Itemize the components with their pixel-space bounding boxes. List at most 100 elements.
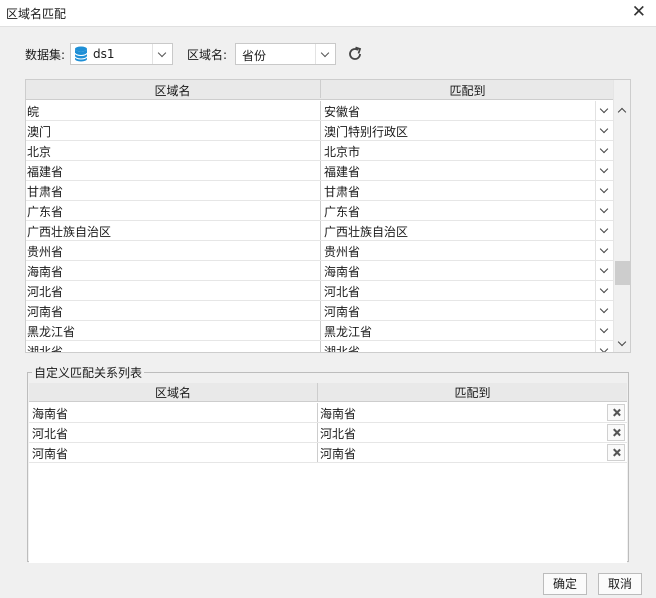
match-select[interactable]: 安徽省 [320,101,613,120]
ok-button[interactable]: 确定 [543,573,587,595]
scroll-up-icon[interactable] [614,102,630,119]
table-row: 海南省 海南省 [26,261,614,281]
custom-match-group: 自定义匹配关系列表 区域名 匹配到 海南省 海南省 河北省 河北省 河南省 河南… [27,364,629,563]
close-icon[interactable]: ✕ [632,3,646,21]
region-cell: 澳门 [27,125,52,139]
region-cell: 海南省 [27,265,64,279]
match-value: 广西壮族自治区 [324,225,409,239]
chevron-down-icon[interactable] [595,241,613,260]
match-select[interactable]: 海南省 [320,261,613,280]
match-select[interactable]: 河北省 [320,281,613,300]
match-select[interactable]: 澳门特别行政区 [320,121,613,140]
chevron-down-icon[interactable] [152,44,172,64]
region-cell: 广西壮族自治区 [27,225,112,239]
chevron-down-icon[interactable] [595,141,613,160]
table-row: 甘肃省 甘肃省 [26,181,614,201]
delete-icon[interactable] [607,444,625,461]
chevron-down-icon[interactable] [315,44,335,64]
table-row: 福建省 福建省 [26,161,614,181]
custom-match-group-title: 自定义匹配关系列表 [32,364,145,381]
chevron-down-icon[interactable] [595,161,613,180]
chevron-down-icon[interactable] [595,261,613,280]
chevron-down-icon[interactable] [595,341,613,352]
match-value: 甘肃省 [324,185,361,199]
dataset-value: ds1 [93,47,115,61]
chevron-down-icon[interactable] [595,321,613,340]
match-select[interactable]: 黑龙江省 [320,321,613,340]
chevron-down-icon[interactable] [595,121,613,140]
column-header-region: 区域名 [154,386,191,400]
region-cell: 黑龙江省 [27,325,76,339]
match-select[interactable]: 湖北省 [320,341,613,353]
table-row: 皖 安徽省 [26,101,614,121]
window-title: 区域名匹配 [6,7,67,21]
column-header-match: 匹配到 [317,383,627,402]
match-table: 区域名 匹配到 皖 安徽省 澳门 澳门特别行政区 北京 北京市 福建省 福建省 … [25,79,631,353]
region-cell: 皖 [27,105,40,119]
chevron-down-icon[interactable] [595,101,613,120]
match-select[interactable]: 北京市 [320,141,613,160]
table-row: 河南省 河南省 [29,443,627,463]
refresh-icon[interactable] [345,44,365,64]
region-cell: 海南省 [32,407,69,421]
toolbar: 数据集: ds1 区域名: 省份 [25,43,445,65]
match-select[interactable]: 福建省 [320,161,613,180]
region-cell: 广东省 [27,205,64,219]
match-select[interactable]: 贵州省 [320,241,613,260]
vertical-scrollbar[interactable] [613,80,630,352]
delete-icon[interactable] [607,404,625,421]
match-table-header: 区域名 匹配到 [26,80,614,100]
region-select[interactable]: 省份 [235,43,336,65]
chevron-down-icon[interactable] [595,201,613,220]
delete-icon[interactable] [607,424,625,441]
dataset-select[interactable]: ds1 [70,43,173,65]
region-cell: 北京 [27,145,52,159]
match-value: 广东省 [324,205,361,219]
match-value: 黑龙江省 [324,325,373,339]
match-value: 湖北省 [324,345,361,353]
table-row: 北京 北京市 [26,141,614,161]
cancel-button[interactable]: 取消 [598,573,642,595]
match-value: 贵州省 [324,245,361,259]
dataset-label: 数据集: [25,48,66,62]
chevron-down-icon[interactable] [595,221,613,240]
region-cell: 河南省 [27,305,64,319]
chevron-down-icon[interactable] [595,281,613,300]
match-value: 河南省 [324,305,361,319]
column-header-match: 匹配到 [320,80,614,98]
table-row: 湖北省 湖北省 [26,341,614,353]
match-select[interactable]: 甘肃省 [320,181,613,200]
chevron-down-icon[interactable] [595,301,613,320]
match-value: 安徽省 [324,105,361,119]
region-value: 省份 [242,49,267,63]
match-select[interactable]: 广西壮族自治区 [320,221,613,240]
table-row: 澳门 澳门特别行政区 [26,121,614,141]
region-cell: 河南省 [32,447,69,461]
title-bar: 区域名匹配 ✕ [0,0,656,26]
region-cell: 甘肃省 [27,185,64,199]
match-cell: 河南省 [317,443,607,462]
region-cell: 湖北省 [27,345,64,353]
table-row: 河南省 河南省 [26,301,614,321]
table-row: 贵州省 贵州省 [26,241,614,261]
region-label: 区域名: [187,48,228,62]
scrollbar-thumb[interactable] [615,261,630,285]
database-icon [74,46,88,62]
match-value: 北京市 [324,145,361,159]
dialog-body: 数据集: ds1 区域名: 省份 区域名 匹配到 皖 安徽省 澳门 澳门特别行政… [0,26,656,598]
custom-table-header: 区域名 匹配到 [29,383,627,402]
match-select[interactable]: 广东省 [320,201,613,220]
match-select[interactable]: 河南省 [320,301,613,320]
table-row: 河北省 河北省 [26,281,614,301]
custom-match-table: 区域名 匹配到 海南省 海南省 河北省 河北省 河南省 河南省 [29,383,627,563]
match-cell: 海南省 [317,403,607,422]
table-row: 广西壮族自治区 广西壮族自治区 [26,221,614,241]
chevron-down-icon[interactable] [595,181,613,200]
match-value: 河北省 [324,285,361,299]
table-row: 海南省 海南省 [29,403,627,423]
scroll-down-icon[interactable] [614,335,630,352]
match-value: 福建省 [324,165,361,179]
match-value: 海南省 [324,265,361,279]
match-table-body: 皖 安徽省 澳门 澳门特别行政区 北京 北京市 福建省 福建省 甘肃省 甘肃省 … [26,101,614,353]
table-row: 广东省 广东省 [26,201,614,221]
